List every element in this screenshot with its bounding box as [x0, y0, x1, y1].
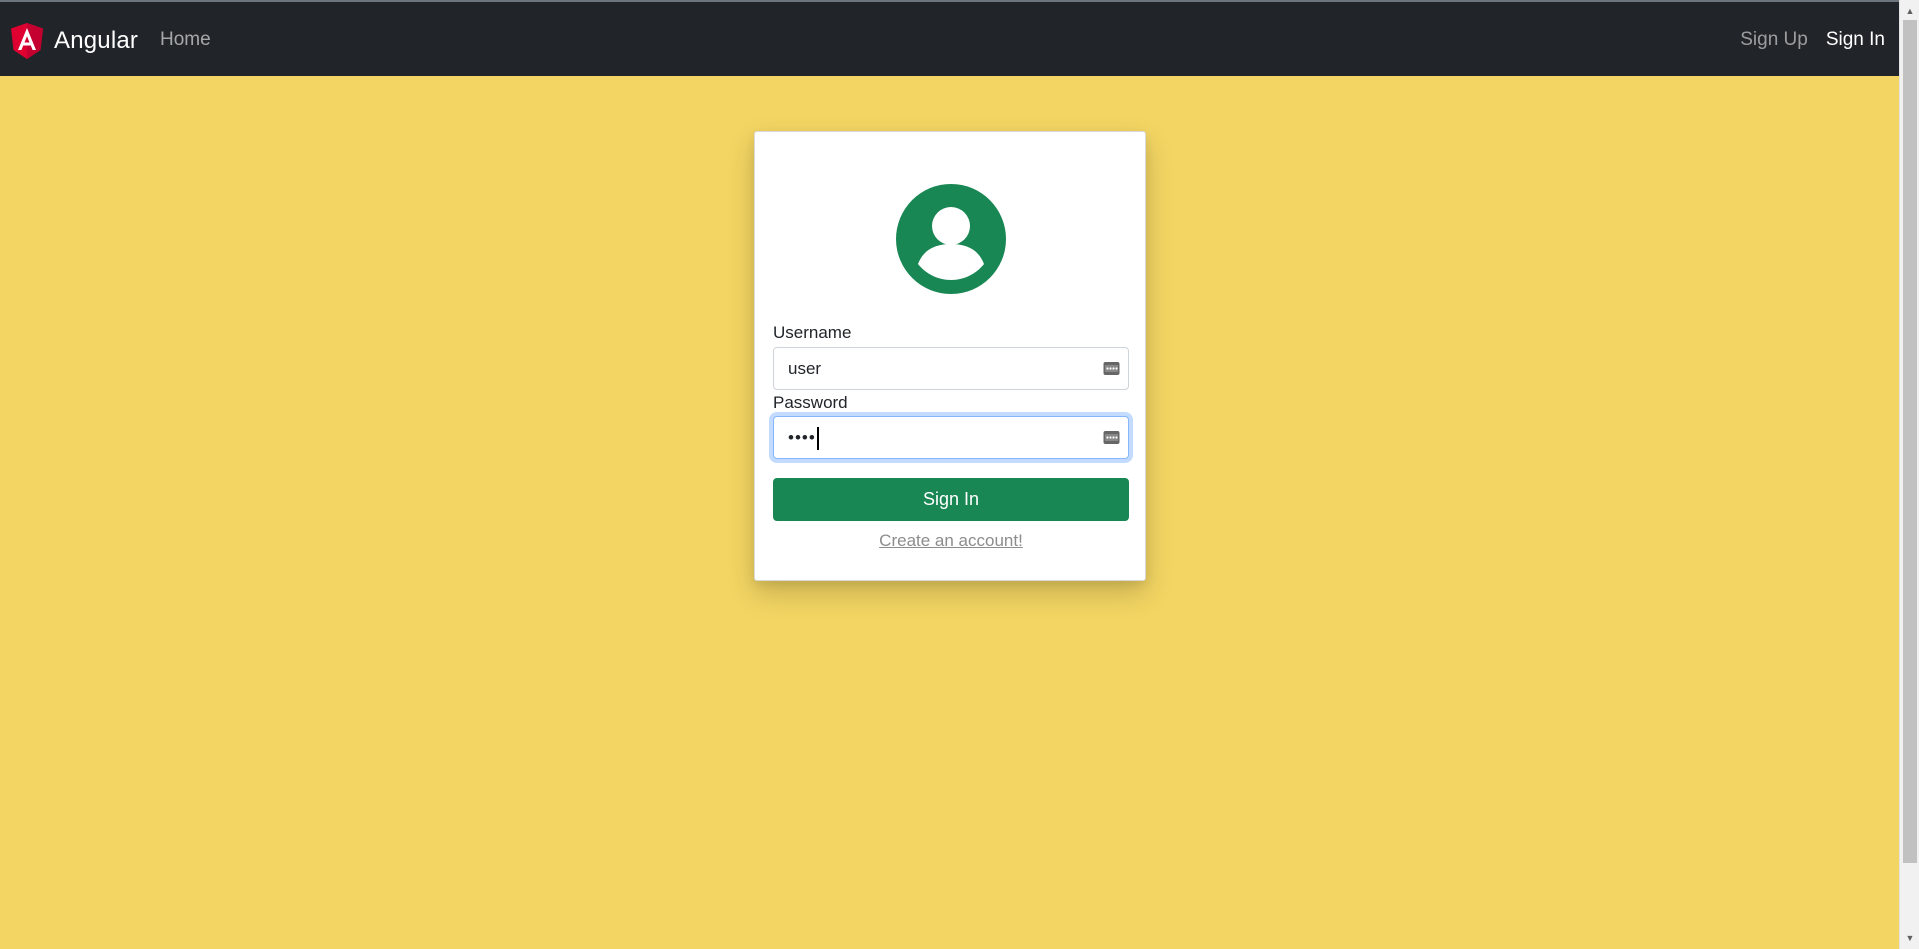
password-input[interactable] [774, 417, 1074, 458]
password-field-wrapper [773, 416, 1129, 459]
text-caret [817, 427, 819, 450]
brand-text: Angular [54, 27, 139, 54]
nav-home-link[interactable]: Home [160, 29, 211, 51]
brand-link[interactable]: Angular [10, 22, 138, 60]
login-card: Username Password [754, 131, 1146, 581]
username-field-wrapper [773, 347, 1129, 390]
scroll-thumb[interactable] [1903, 20, 1917, 863]
top-navbar: Angular Home Sign Up Sign In [0, 0, 1899, 76]
scroll-down-arrow-icon[interactable]: ▼ [1900, 929, 1919, 947]
sign-in-button[interactable]: Sign In [773, 478, 1129, 521]
password-manager-icon[interactable] [1103, 429, 1120, 446]
nav-signup-link[interactable]: Sign Up [1740, 29, 1808, 51]
angular-logo-icon [11, 23, 43, 59]
page: Angular Home Sign Up Sign In Username us… [0, 0, 1919, 949]
scroll-up-arrow-icon[interactable]: ▲ [1900, 2, 1919, 20]
username-input[interactable] [774, 348, 1074, 389]
password-label: Password [773, 393, 848, 412]
password-manager-icon[interactable] [1103, 360, 1120, 377]
nav-right-group: Sign Up Sign In [1740, 29, 1885, 51]
username-label: Username [773, 323, 852, 342]
user-avatar-icon [896, 184, 1006, 294]
nav-signin-link[interactable]: Sign In [1826, 29, 1885, 51]
vertical-scrollbar[interactable]: ▲ ▼ [1899, 0, 1919, 949]
create-account-link[interactable]: Create an account! [755, 531, 1147, 551]
